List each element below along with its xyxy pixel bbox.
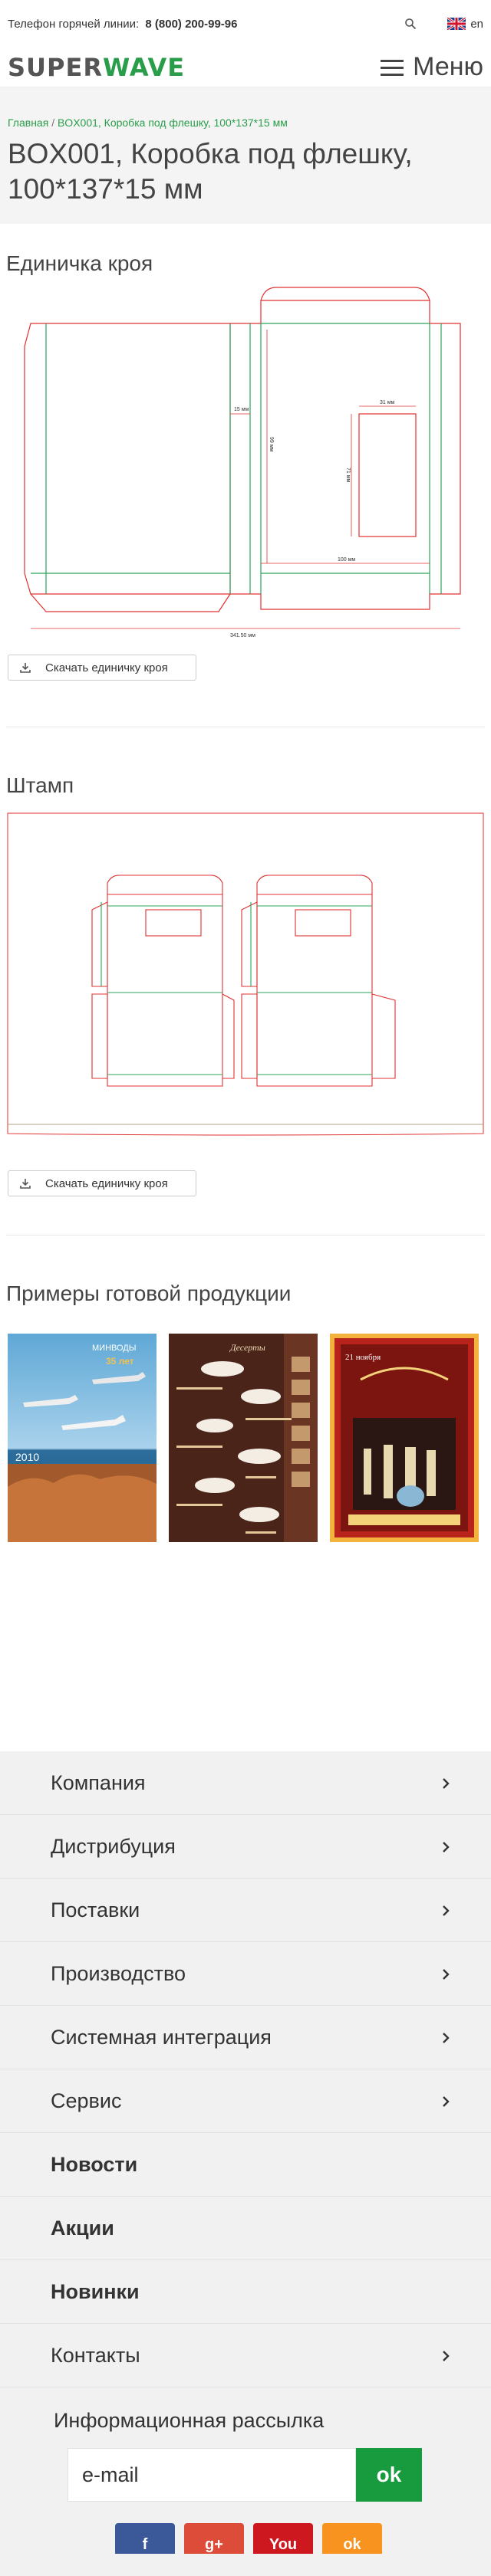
footer-nav-item[interactable]: Дистрибуция <box>0 1815 491 1879</box>
example-airline-calendar[interactable]: МИНВОДЫ 35 лет 2010 <box>8 1334 157 1542</box>
svg-text:2010: 2010 <box>15 1451 39 1463</box>
footer-nav-label: Контакты <box>51 2343 140 2367</box>
chevron-right-icon <box>440 1898 451 1922</box>
download-die-cut-button[interactable]: Скачать единичку кроя <box>8 655 196 681</box>
page-heading-area: Главная / BOX001, Коробка под флешку, 10… <box>0 87 491 224</box>
footer-nav-label: Системная интеграция <box>51 2025 272 2049</box>
svg-text:71 мм: 71 мм <box>345 468 351 483</box>
die-cut-section: Единичка кроя 15 мм 99 мм 100 мм 31 мм 7… <box>0 224 491 727</box>
example-event-poster[interactable]: 21 ноября <box>330 1334 479 1542</box>
chevron-right-icon <box>440 2089 451 2113</box>
stamp-section: Штамп Скачать единичку кроя <box>0 727 491 1235</box>
chevron-right-icon <box>440 2344 451 2368</box>
newsletter-title: Информационная рассылка <box>54 2409 325 2432</box>
download-icon <box>20 663 31 673</box>
footer-nav-label: Производство <box>51 1961 186 1985</box>
svg-text:15 мм: 15 мм <box>234 407 249 412</box>
google-plus-icon[interactable]: g+ <box>184 2523 244 2554</box>
download-stamp-button[interactable]: Скачать единичку кроя <box>8 1170 196 1196</box>
language-switch[interactable]: en <box>447 18 483 31</box>
svg-text:31 мм: 31 мм <box>380 400 395 405</box>
footer-nav-item[interactable]: Новинки <box>0 2260 491 2324</box>
svg-text:99 мм: 99 мм <box>269 437 274 452</box>
hotline: Телефон горячей линии: 8 (800) 200-99-96 <box>8 18 401 31</box>
die-cut-heading: Единичка кроя <box>6 251 153 275</box>
footer-nav-label: Компания <box>51 1770 146 1794</box>
download-icon <box>20 1179 31 1189</box>
svg-text:Десерты: Десерты <box>229 1342 265 1353</box>
footer-nav-item[interactable]: Акции <box>0 2197 491 2260</box>
footer-nav-item[interactable]: Системная интеграция <box>0 2006 491 2069</box>
hotline-label: Телефон горячей линии: <box>8 17 140 31</box>
odnoklassniki-icon[interactable]: ok <box>322 2523 382 2554</box>
footer-nav-item[interactable]: Компания <box>0 1751 491 1815</box>
newsletter: Информационная рассылка e-mail ok <box>0 2387 491 2502</box>
breadcrumb: Главная / BOX001, Коробка под флешку, 10… <box>8 116 483 129</box>
hamburger-icon <box>381 59 404 76</box>
footer-nav-label: Новости <box>51 2152 138 2176</box>
footer-nav-label: Поставки <box>51 1898 140 1921</box>
svg-text:35 лет: 35 лет <box>106 1356 134 1367</box>
site-footer: Компания Дистрибуция Поставки Производство С… <box>0 1751 491 2576</box>
chevron-right-icon <box>440 1771 451 1795</box>
menu-label: Меню <box>413 52 483 81</box>
page-title: BOX001, Коробка под флешку, 100*137*15 м… <box>8 138 413 205</box>
svg-text:100 мм: 100 мм <box>338 557 355 563</box>
social-links: f g+ You ok <box>115 2523 491 2554</box>
breadcrumb-home[interactable]: Главная <box>8 116 48 129</box>
footer-nav-label: Сервис <box>51 2089 122 2112</box>
newsletter-submit-button[interactable]: ok <box>356 2448 422 2502</box>
breadcrumb-current[interactable]: BOX001, Коробка под флешку, 100*137*15 м… <box>58 116 288 129</box>
breadcrumb-separator: / <box>51 116 55 129</box>
download-stamp-label: Скачать единичку кроя <box>45 1176 168 1190</box>
footer-nav-label: Новинки <box>51 2279 140 2303</box>
example-dessert-menu[interactable]: Десерты <box>169 1334 318 1542</box>
search-icon[interactable] <box>401 15 420 33</box>
footer-nav-item[interactable]: Производство <box>0 1942 491 2006</box>
menu-button[interactable]: Меню <box>381 52 483 82</box>
stamp-drawing <box>7 812 484 1136</box>
footer-nav: Компания Дистрибуция Поставки Производство С… <box>0 1751 491 2387</box>
chevron-right-icon <box>440 2026 451 2049</box>
download-die-cut-label: Скачать единичку кроя <box>45 661 168 674</box>
svg-text:21 ноября: 21 ноября <box>345 1353 381 1362</box>
footer-nav-item[interactable]: Контакты <box>0 2324 491 2387</box>
language-label: en <box>470 17 483 31</box>
chevron-right-icon <box>440 1835 451 1859</box>
uk-flag-icon <box>447 18 466 30</box>
top-bar: Телефон горячей линии: 8 (800) 200-99-96… <box>0 0 491 48</box>
site-header: SUPERWAVE Меню <box>0 48 491 87</box>
svg-text:МИНВОДЫ: МИНВОДЫ <box>92 1344 137 1353</box>
examples-section: Примеры готовой продукции МИНВОДЫ 35 лет… <box>0 1235 491 1542</box>
svg-text:341.50 мм: 341.50 мм <box>230 633 255 638</box>
footer-nav-label: Акции <box>51 2216 114 2240</box>
footer-nav-item[interactable]: Поставки <box>0 1879 491 1942</box>
facebook-icon[interactable]: f <box>115 2523 175 2554</box>
footer-nav-item[interactable]: Сервис <box>0 2069 491 2133</box>
footer-nav-label: Дистрибуция <box>51 1834 176 1858</box>
hotline-number[interactable]: 8 (800) 200-99-96 <box>145 18 237 31</box>
chevron-right-icon <box>440 1962 451 1986</box>
die-cut-drawing: 15 мм 99 мм 100 мм 31 мм 71 мм 341.50 мм <box>24 287 461 638</box>
youtube-icon[interactable]: You <box>253 2523 313 2554</box>
email-field[interactable]: e-mail <box>68 2448 356 2502</box>
footer-nav-item[interactable]: Новости <box>0 2133 491 2197</box>
stamp-heading: Штамп <box>6 773 74 797</box>
examples-heading: Примеры готовой продукции <box>6 1281 292 1305</box>
logo[interactable]: SUPERWAVE <box>8 53 185 82</box>
